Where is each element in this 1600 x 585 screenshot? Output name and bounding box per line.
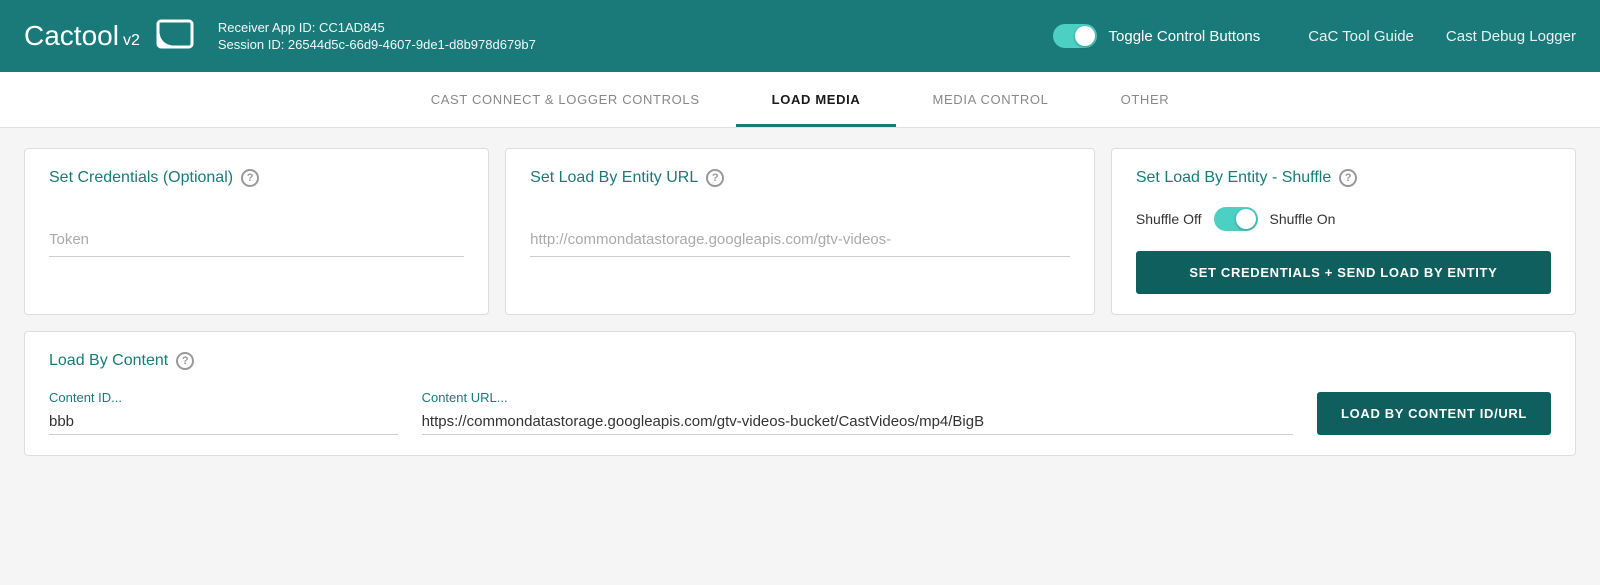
content-inputs-row: Content ID... bbb Content URL... https:/…	[49, 390, 1551, 435]
entity-url-card-title: Set Load By Entity URL ?	[530, 169, 1070, 187]
shuffle-on-label: Shuffle On	[1270, 211, 1336, 227]
set-credentials-send-load-button[interactable]: SET CREDENTIALS + SEND LOAD BY ENTITY	[1136, 251, 1551, 294]
tab-cast-connect[interactable]: CAST CONNECT & LOGGER CONTROLS	[395, 72, 736, 127]
cast-device-icon	[156, 19, 194, 54]
receiver-app-id: Receiver App ID: CC1AD845	[218, 20, 536, 35]
toggle-label: Toggle Control Buttons	[1109, 28, 1261, 45]
shuffle-toggle-row: Shuffle Off Shuffle On	[1136, 207, 1551, 231]
cac-tool-guide-link[interactable]: CaC Tool Guide	[1308, 28, 1414, 45]
tab-load-media[interactable]: LOAD MEDIA	[736, 72, 897, 127]
load-content-button[interactable]: LOAD BY CONTENT ID/URL	[1317, 392, 1551, 435]
load-by-content-title: Load By Content ?	[49, 352, 1551, 370]
load-content-help-icon[interactable]: ?	[176, 352, 194, 370]
logo-text: Cactool v2	[24, 20, 140, 52]
entity-url-input[interactable]	[530, 223, 1070, 257]
shuffle-toggle[interactable]	[1214, 207, 1258, 231]
navigation-tabs: CAST CONNECT & LOGGER CONTROLS LOAD MEDI…	[0, 72, 1600, 128]
main-content: Set Credentials (Optional) ? Set Load By…	[0, 128, 1600, 580]
header-links: CaC Tool Guide Cast Debug Logger	[1308, 28, 1576, 45]
header-info: Receiver App ID: CC1AD845 Session ID: 26…	[218, 20, 536, 52]
top-cards-row: Set Credentials (Optional) ? Set Load By…	[24, 148, 1576, 315]
content-id-label: Content ID...	[49, 390, 398, 405]
credentials-card-title: Set Credentials (Optional) ?	[49, 169, 464, 187]
token-input[interactable]	[49, 223, 464, 257]
shuffle-card: Set Load By Entity - Shuffle ? Shuffle O…	[1111, 148, 1576, 315]
tab-other[interactable]: OTHER	[1085, 72, 1206, 127]
entity-url-help-icon[interactable]: ?	[706, 169, 724, 187]
load-by-content-card: Load By Content ? Content ID... bbb Cont…	[24, 331, 1576, 456]
shuffle-help-icon[interactable]: ?	[1339, 169, 1357, 187]
cast-debug-logger-link[interactable]: Cast Debug Logger	[1446, 28, 1576, 45]
session-id: Session ID: 26544d5c-66d9-4607-9de1-d8b9…	[218, 37, 536, 52]
content-url-label: Content URL...	[422, 390, 1293, 405]
content-id-field: Content ID... bbb	[49, 390, 398, 435]
content-id-value[interactable]: bbb	[49, 409, 398, 435]
app-header: Cactool v2 Receiver App ID: CC1AD845 Ses…	[0, 0, 1600, 72]
toggle-section: Toggle Control Buttons	[1053, 24, 1261, 48]
content-url-value[interactable]: https://commondatastorage.googleapis.com…	[422, 409, 1293, 435]
shuffle-card-title: Set Load By Entity - Shuffle ?	[1136, 169, 1551, 187]
logo-section: Cactool v2	[24, 19, 194, 54]
tab-media-control[interactable]: MEDIA CONTROL	[896, 72, 1084, 127]
shuffle-off-label: Shuffle Off	[1136, 211, 1202, 227]
toggle-control-buttons[interactable]	[1053, 24, 1097, 48]
credentials-help-icon[interactable]: ?	[241, 169, 259, 187]
entity-url-card: Set Load By Entity URL ?	[505, 148, 1095, 315]
content-url-field: Content URL... https://commondatastorage…	[422, 390, 1293, 435]
credentials-card: Set Credentials (Optional) ?	[24, 148, 489, 315]
